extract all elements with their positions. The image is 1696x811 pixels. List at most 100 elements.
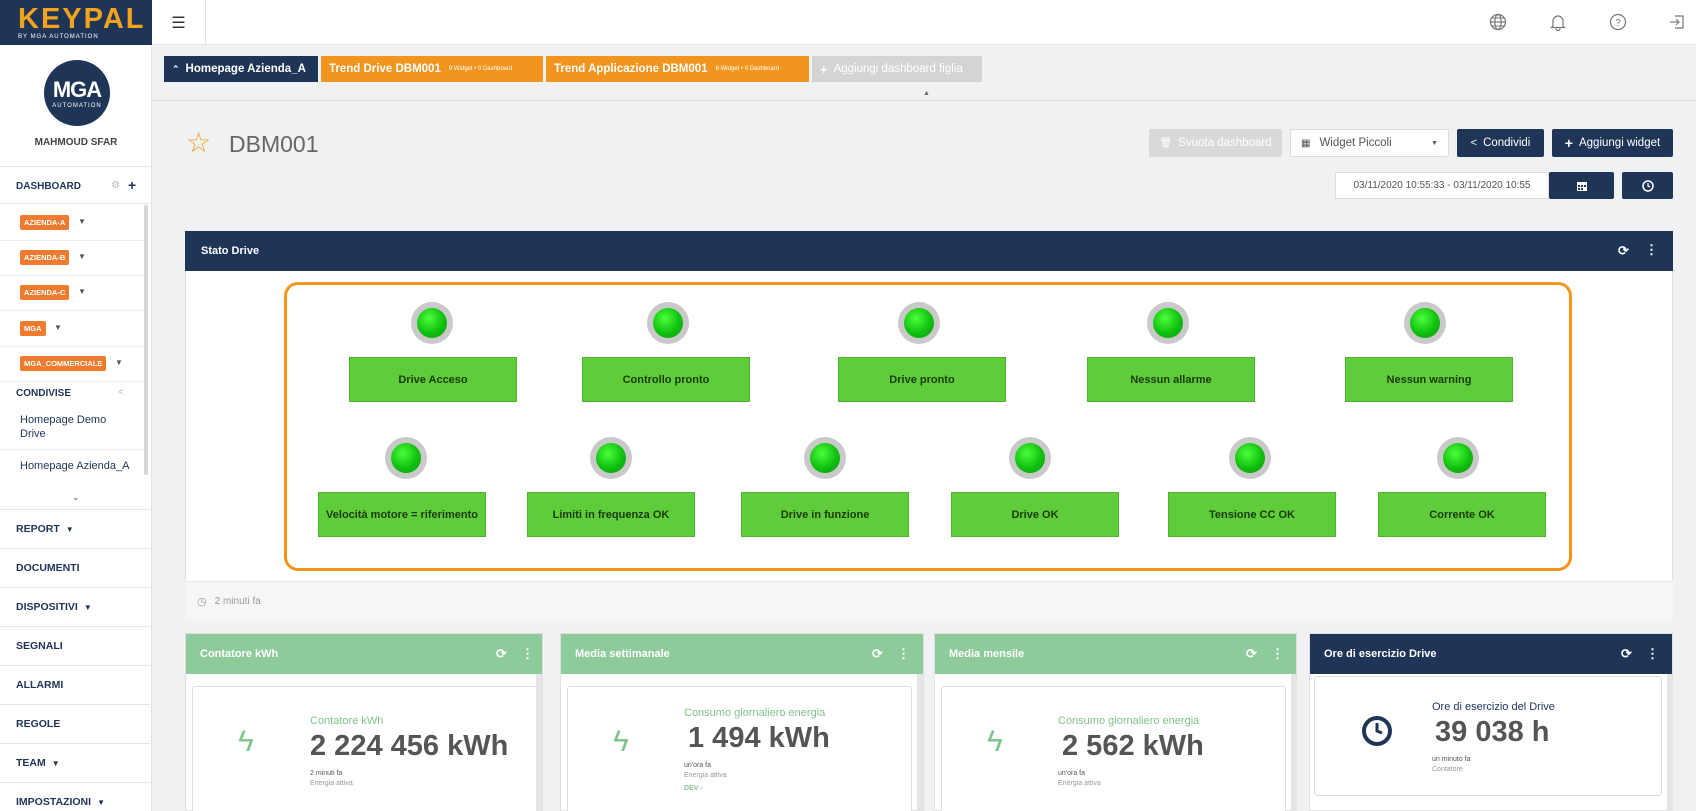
divider [0,346,146,347]
logout-icon[interactable] [1666,11,1688,33]
hamburger-menu-icon[interactable]: ☰ [152,0,206,45]
empty-dashboard-button[interactable]: 🗑 Svuota dashboard [1149,129,1282,157]
status-label: Limiti in frequenza OK [527,492,695,537]
star-icon[interactable]: ☆ [186,126,211,159]
chevron-down-icon[interactable]: ▼ [115,358,123,367]
widget-card: ϟ Consumo giornaliero energia 1 494 kWh … [567,686,912,811]
add-widget-button[interactable]: + Aggiungi widget [1552,129,1673,157]
share-button[interactable]: < Condividi [1457,129,1544,157]
plus-icon: + [1564,135,1573,151]
refresh-icon[interactable]: ⟳ [1618,243,1629,259]
chevron-down-icon[interactable]: ▼ [78,217,86,226]
status-label: Drive in funzione [741,492,909,537]
widget-header: Ore di esercizio Drive [1310,634,1672,674]
tab-trend-drive[interactable]: Trend Drive DBM001 9 Widget • 0 Dashboard [321,56,543,82]
tab-trend-applicazione[interactable]: Trend Applicazione DBM001 8 Widget • 0 Da… [546,56,809,82]
contatore-kwh-widget: Contatore kWh ⟳ ⋮ ϟ Contatore kWh 2 224 … [185,633,543,811]
dashboard-section-label[interactable]: DASHBOARD [16,181,81,192]
nav-impostazioni[interactable]: IMPOSTAZIONI ▼ [0,782,150,811]
widget-scrollbar[interactable] [1667,674,1673,811]
refresh-icon[interactable]: ⟳ [1246,646,1257,662]
shared-dashboard-item[interactable]: Homepage Azienda_A [20,459,129,473]
more-vertical-icon[interactable]: ⋮ [1271,646,1284,662]
top-bar [152,0,1696,45]
status-led [385,437,427,479]
widget-value: 39 038 h [1435,716,1550,748]
nav-segnali[interactable]: SEGNALI [0,626,150,665]
avatar-sub: AUTOMATION [52,103,102,109]
chevron-down-icon: ▼ [83,602,92,612]
nav-allarmi[interactable]: ALLARMI [0,665,150,704]
caret-up-icon: ▲ [923,90,930,97]
app-logo[interactable]: KEYPAL BY MGA AUTOMATION [0,0,152,45]
nav-regole[interactable]: REGOLE [0,704,150,743]
refresh-icon[interactable]: ⟳ [496,646,507,662]
calendar-icon [1576,181,1587,191]
help-icon[interactable]: ? [1607,11,1629,33]
status-label: Drive OK [951,492,1119,537]
workspace-badge[interactable]: AZIENDA-B [20,250,70,265]
nav-dispositivi[interactable]: DISPOSITIVI ▼ [0,587,150,626]
chevron-down-icon[interactable]: ▼ [78,252,86,261]
clock-button[interactable] [1622,172,1673,199]
status-label: Drive Acceso [349,357,517,402]
globe-icon[interactable] [1487,11,1509,33]
status-label: Drive pronto [838,357,1006,402]
clock-icon: ◷ [197,596,207,608]
shared-dashboard-item[interactable]: Homepage Demo Drive [20,413,120,441]
nav-team[interactable]: TEAM ▼ [0,743,150,782]
widget-title: Stato Drive [201,245,260,257]
widget-scrollbar[interactable] [917,674,923,811]
refresh-icon[interactable]: ⟳ [1621,646,1632,662]
divider [0,381,146,382]
date-range-input[interactable]: 03/11/2020 10:55:33 - 03/11/2020 10:55 [1335,172,1549,199]
logo-main: KEYPAL [18,3,146,35]
widget-size-select[interactable]: ▦ Widget Piccoli ▼ [1290,129,1449,157]
clock-icon [1362,716,1392,746]
more-vertical-icon[interactable]: ⋮ [1646,646,1659,662]
bolt-icon: ϟ [613,725,629,758]
status-led [1437,437,1479,479]
share-icon: < [118,387,124,398]
workspace-badge[interactable]: MGA_COMMERCIALE [20,356,107,371]
gear-icon[interactable]: ⚙ [111,180,120,191]
chevron-down-icon[interactable]: ▼ [78,287,86,296]
add-dashboard-icon[interactable]: + [128,177,136,193]
workspace-badge[interactable]: MGA [20,321,46,336]
calendar-button[interactable] [1549,172,1614,199]
widget-header: Stato Drive [185,231,1673,271]
clock-icon [1641,179,1654,192]
avatar[interactable]: MGA AUTOMATION [44,60,110,126]
widget-scrollbar[interactable] [536,674,542,811]
more-vertical-icon[interactable]: ⋮ [1645,242,1658,258]
widget-header: Media settimanale [561,634,923,674]
status-label: Corrente OK [1378,492,1546,537]
more-vertical-icon[interactable]: ⋮ [521,646,534,662]
workspace-badge[interactable]: AZIENDA-A [20,215,70,230]
page-title: DBM001 [229,131,319,157]
trash-icon: 🗑 [1159,137,1173,149]
widget-scrollbar[interactable] [1291,674,1297,811]
widget-header: Contatore kWh [186,634,542,674]
media-mensile-widget: Media mensile ⟳ ⋮ ϟ Consumo giornaliero … [934,633,1297,811]
refresh-icon[interactable]: ⟳ [872,646,883,662]
chevron-down-icon[interactable]: ⌄ [72,492,80,503]
bell-icon[interactable] [1547,11,1569,33]
divider [0,166,150,167]
user-name: MAHMOUD SFAR [34,137,118,148]
bolt-icon: ϟ [238,725,254,758]
chevron-down-icon[interactable]: ▼ [54,323,62,332]
shared-section-label: CONDIVISE [16,388,72,399]
chevron-down-icon: ▼ [51,758,60,768]
divider [0,275,146,276]
tab-homepage-azienda-a[interactable]: ⌃ Homepage Azienda_A [164,56,318,82]
status-led [411,302,453,344]
more-vertical-icon[interactable]: ⋮ [897,646,910,662]
nav-report[interactable]: REPORT ▼ [0,509,150,548]
svg-text:?: ? [1615,18,1621,29]
sidebar-scrollbar[interactable] [144,205,148,475]
workspace-badge[interactable]: AZIENDA-C [20,285,70,300]
status-label: Nessun warning [1345,357,1513,402]
add-child-dashboard-button[interactable]: + Aggiungi dashboard figlia [812,56,982,82]
nav-documenti[interactable]: DOCUMENTI [0,548,150,587]
